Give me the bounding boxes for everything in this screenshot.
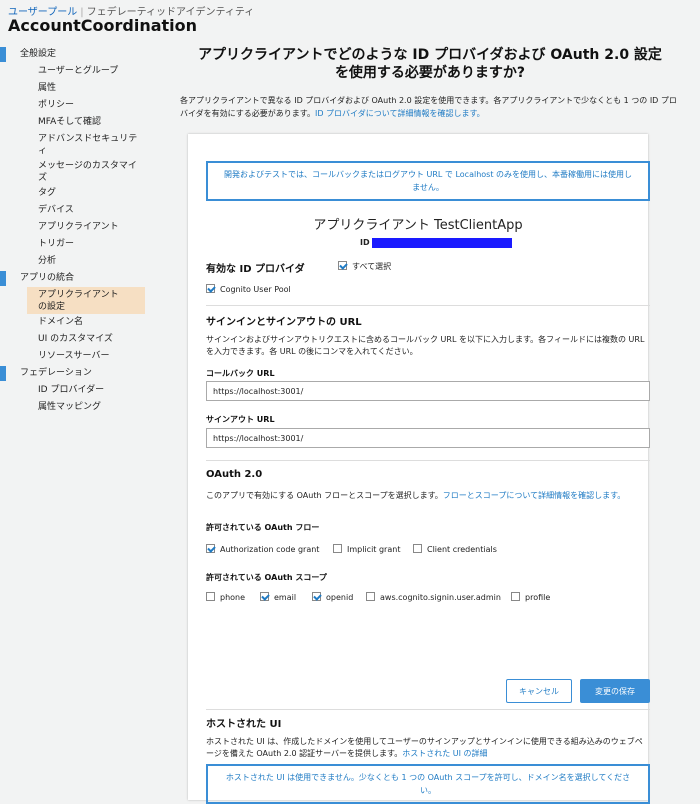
sidebar-item-triggers[interactable]: トリガー	[0, 236, 160, 253]
flow-authorization-code-checkbox[interactable]: Authorization code grant	[206, 544, 319, 556]
page-title: AccountCoordination	[8, 16, 198, 35]
cognito-user-pool-checkbox[interactable]: Cognito User Pool	[206, 284, 291, 296]
checkbox-label: Cognito User Pool	[220, 285, 291, 294]
checkbox-label: Client credentials	[427, 545, 497, 554]
scope-aws-cognito-admin-checkbox[interactable]: aws.cognito.signin.user.admin	[366, 592, 501, 604]
checkbox-box	[260, 592, 269, 601]
sidebar-item-devices[interactable]: デバイス	[0, 202, 160, 219]
main-content: アプリクライアントでどのような ID プロバイダおよび OAuth 2.0 設定…	[180, 46, 680, 804]
checkbox-box	[333, 544, 342, 553]
sidebar-item-attributes[interactable]: 属性	[0, 80, 160, 97]
hosted-ui-description: ホストされた UI は、作成したドメインを使用してユーザーのサインアップとサイン…	[206, 736, 650, 760]
app-client-title: アプリクライアント TestClientApp	[313, 218, 523, 233]
checkbox-box	[338, 261, 347, 270]
section-indicator	[0, 47, 6, 62]
save-changes-button[interactable]: 変更の保存	[580, 679, 650, 703]
sidebar-item-attribute-mapping[interactable]: 属性マッピング	[0, 399, 160, 416]
allowed-flows-label: 許可されている OAuth フロー	[206, 523, 320, 532]
signout-url-label: サインアウト URL	[206, 415, 275, 424]
sidebar-item-identity-providers[interactable]: ID プロバイダー	[0, 382, 160, 399]
oauth-section-title: OAuth 2.0	[206, 469, 263, 480]
hosted-ui-details-link[interactable]: ホストされた UI の詳細	[402, 749, 487, 758]
sidebar-item-analytics[interactable]: 分析	[0, 253, 160, 270]
flow-implicit-grant-checkbox[interactable]: Implicit grant	[333, 544, 400, 556]
sidebar-section-federation[interactable]: フェデレーション	[0, 365, 160, 382]
sidebar-section-label: 全般設定	[20, 49, 57, 59]
sidebar-section-label: フェデレーション	[20, 368, 92, 378]
divider	[206, 305, 650, 306]
sidebar-item-tags[interactable]: タグ	[0, 185, 160, 202]
checkbox-label: phone	[220, 593, 246, 602]
cancel-button[interactable]: キャンセル	[506, 679, 572, 703]
top-bar: ユーザープール | フェデレーティッドアイデンティティ AccountCoordin…	[0, 0, 700, 40]
checkbox-box	[511, 592, 520, 601]
sidebar-section-app-integration[interactable]: アプリの統合	[0, 270, 160, 287]
checkbox-box	[206, 592, 215, 601]
sidebar-item-resource-servers[interactable]: リソースサーバー	[0, 348, 160, 365]
checkbox-box	[206, 284, 215, 293]
sidebar-item-mfa[interactable]: MFAそして確認	[0, 114, 160, 131]
callback-url-label: コールバック URL	[206, 369, 275, 378]
checkbox-label: Implicit grant	[347, 545, 401, 554]
app-client-id-label: ID	[360, 238, 370, 247]
sidebar-item-app-clients[interactable]: アプリクライアント	[0, 219, 160, 236]
main-heading: アプリクライアントでどのような ID プロバイダおよび OAuth 2.0 設定…	[180, 46, 680, 82]
scope-openid-checkbox[interactable]: openid	[312, 592, 353, 604]
sidebar-section-label: アプリの統合	[20, 273, 75, 283]
signin-section-title: サインインとサインアウトの URL	[206, 317, 362, 328]
scope-email-checkbox[interactable]: email	[260, 592, 296, 604]
callback-url-input[interactable]	[206, 381, 650, 401]
oauth-description: このアプリで有効にする OAuth フローとスコープを選択します。フローとスコー…	[206, 490, 650, 502]
flow-client-credentials-checkbox[interactable]: Client credentials	[413, 544, 497, 556]
checkbox-box	[206, 544, 215, 553]
checkbox-box	[312, 592, 321, 601]
divider	[206, 460, 650, 461]
section-indicator	[0, 271, 6, 286]
allowed-scopes-label: 許可されている OAuth スコープ	[206, 573, 327, 582]
select-all-checkbox[interactable]: すべて選択	[338, 261, 391, 273]
checkbox-label: profile	[525, 593, 551, 602]
signout-url-input[interactable]	[206, 428, 650, 448]
section-indicator	[0, 366, 6, 381]
app-client-settings-card: 開発およびテストでは、コールバックまたはログアウト URL で Localhos…	[188, 134, 650, 804]
hosted-ui-unavailable-notice: ホストされた UI は使用できません。少なくとも 1 つの OAuth スコープ…	[206, 764, 650, 804]
intro-text: 各アプリクライアントで異なる ID プロバイダおよび OAuth 2.0 設定を…	[180, 94, 680, 120]
sidebar-item-domain-name[interactable]: ドメイン名	[0, 314, 160, 331]
scope-phone-checkbox[interactable]: phone	[206, 592, 245, 604]
flows-scopes-learn-more-link[interactable]: フローとスコープについて詳細情報を確認します。	[443, 491, 625, 500]
hosted-ui-section-title: ホストされた UI	[206, 719, 282, 730]
redacted-id	[372, 238, 512, 248]
oauth-description-text: このアプリで有効にする OAuth フローとスコープを選択します。	[206, 491, 443, 500]
sidebar-section-general[interactable]: 全般設定	[0, 46, 160, 63]
signin-description: サインインおよびサインアウトリクエストに含めるコールバック URL を以下に入力…	[206, 335, 645, 356]
sidebar-item-policies[interactable]: ポリシー	[0, 97, 160, 114]
sidebar-item-advanced-security[interactable]: アドバンスドセキュリティ	[0, 131, 160, 158]
checkbox-label: email	[274, 593, 297, 602]
main-heading-line2: を使用する必要がありますか?	[334, 65, 526, 81]
checkbox-box	[413, 544, 422, 553]
checkbox-label: すべて選択	[352, 262, 392, 271]
localhost-dev-notice: 開発およびテストでは、コールバックまたはログアウト URL で Localhos…	[206, 161, 650, 201]
scope-profile-checkbox[interactable]: profile	[511, 592, 550, 604]
checkbox-label: openid	[326, 593, 354, 602]
sidebar-item-ui-customization[interactable]: UI のカスタマイズ	[0, 331, 160, 348]
checkbox-box	[366, 592, 375, 601]
main-heading-line1: アプリクライアントでどのような ID プロバイダおよび OAuth 2.0 設定	[198, 47, 662, 63]
idp-learn-more-link[interactable]: ID プロバイダについて詳細情報を確認します。	[315, 109, 485, 118]
sidebar-item-users-groups[interactable]: ユーザーとグループ	[0, 63, 160, 80]
sidebar-item-message-customization[interactable]: メッセージのカスタマイズ	[0, 158, 160, 185]
idp-section-title: 有効な ID プロバイダ	[206, 264, 305, 275]
sidebar: 全般設定 ユーザーとグループ 属性 ポリシー MFAそして確認 アドバンスドセキ…	[0, 46, 160, 416]
sidebar-item-app-client-settings[interactable]: アプリクライアントの設定	[27, 287, 145, 314]
divider	[206, 709, 650, 710]
checkbox-label: Authorization code grant	[220, 545, 320, 554]
checkbox-label: aws.cognito.signin.user.admin	[380, 593, 501, 602]
